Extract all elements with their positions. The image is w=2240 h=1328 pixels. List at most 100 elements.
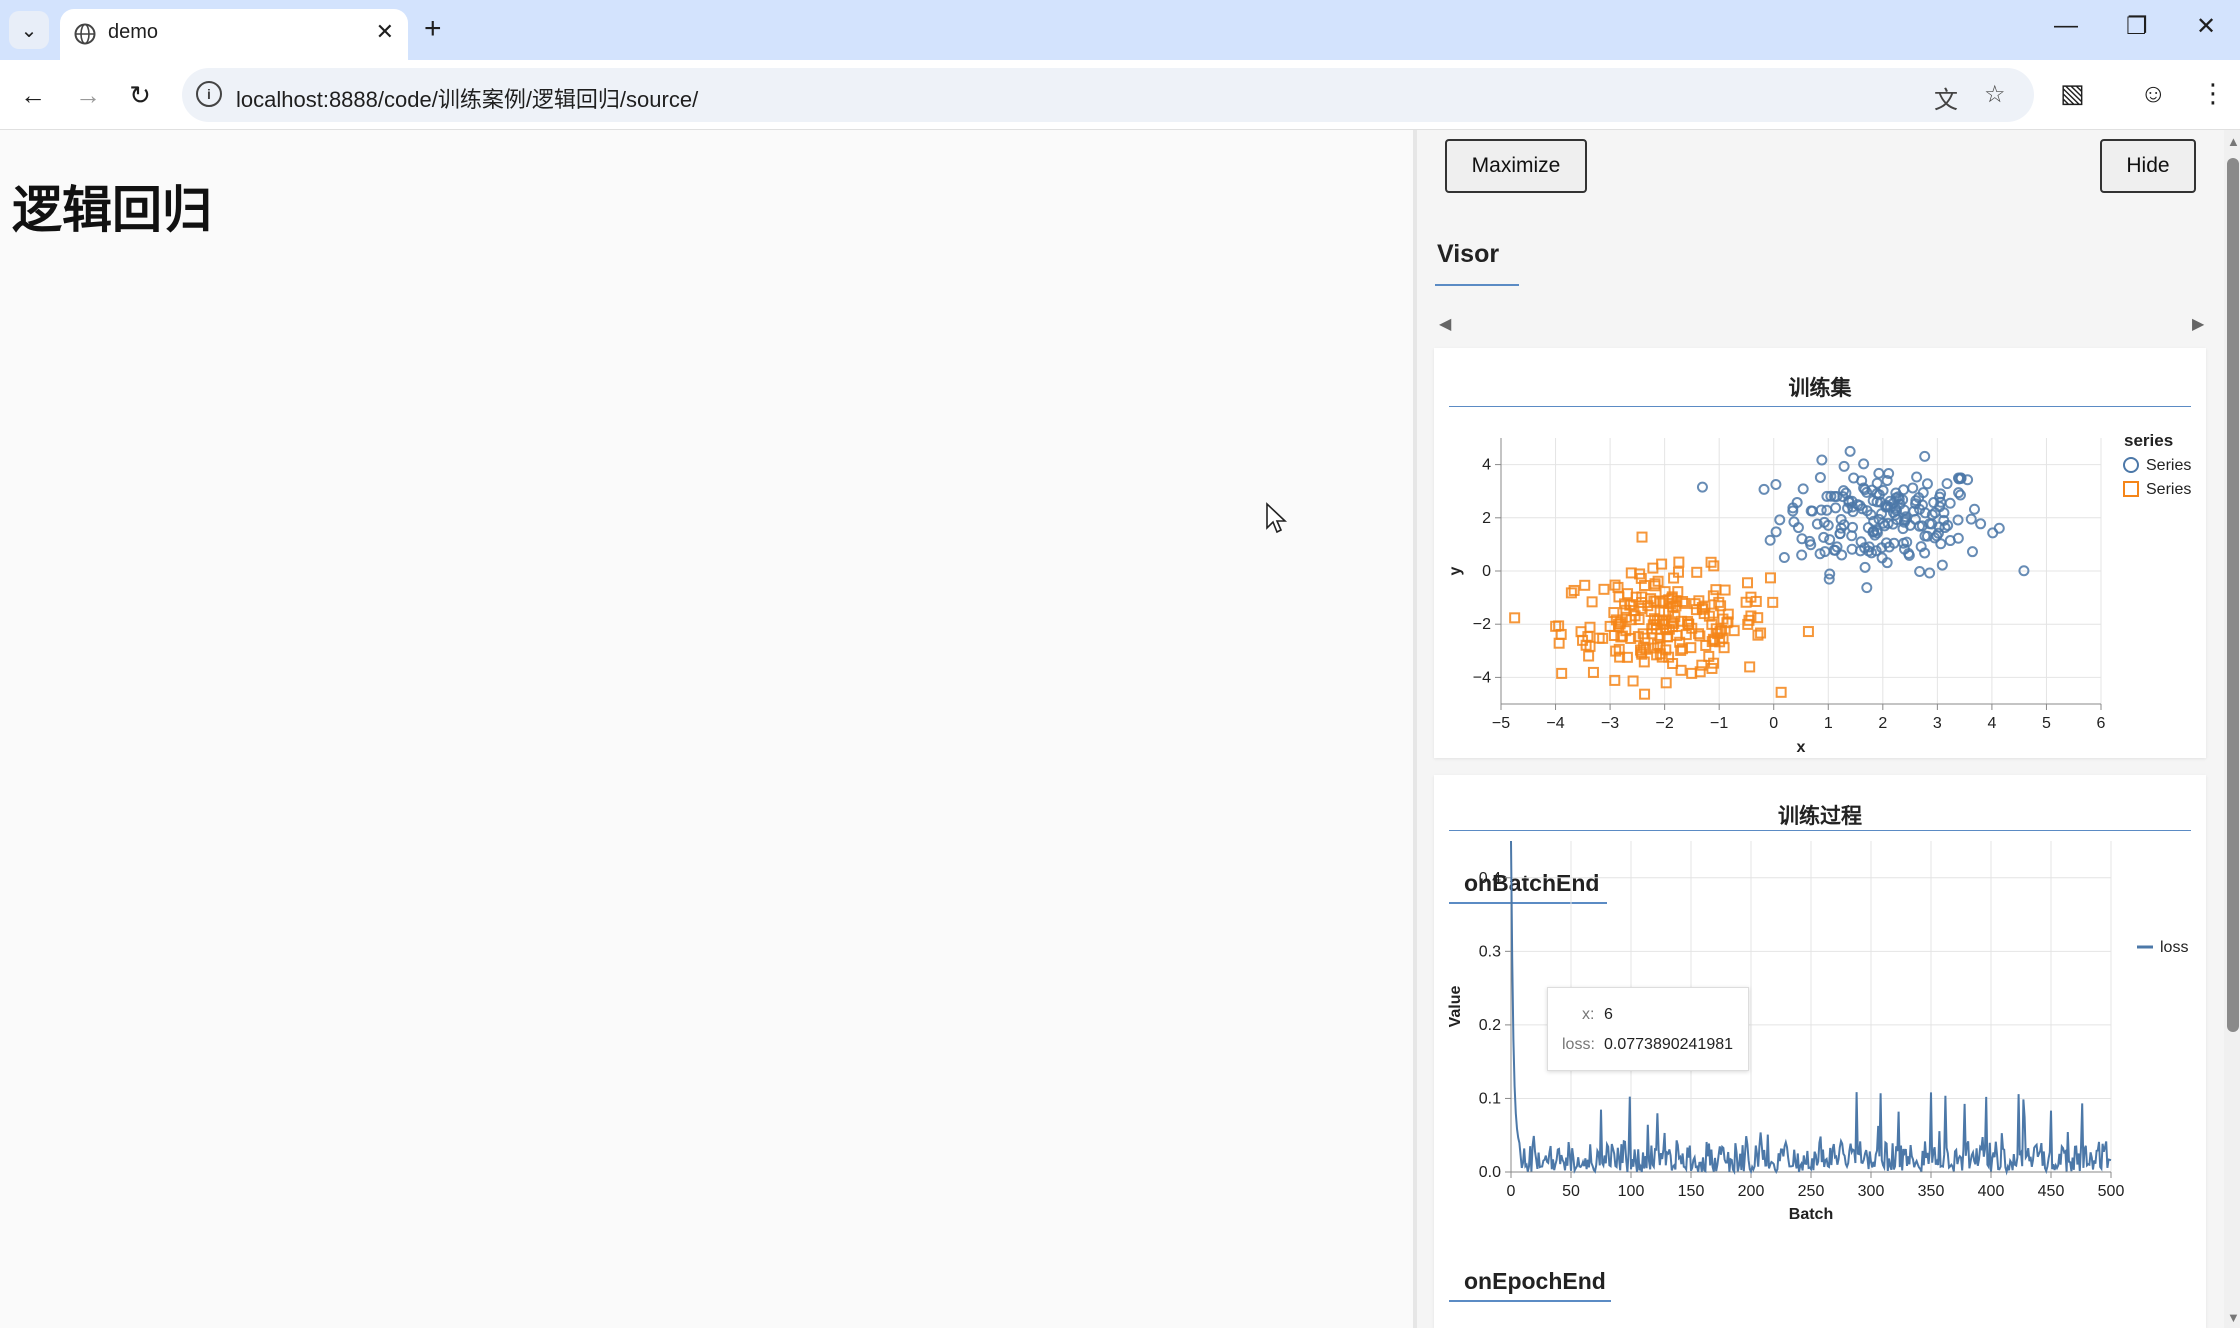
scatter-point (1568, 584, 1580, 596)
tooltip-x-value: 6 (1604, 1006, 1613, 1023)
scatter-point (1579, 579, 1591, 591)
tab-onepochend[interactable]: onEpochEnd (1464, 1268, 1606, 1295)
scatter-point (1636, 591, 1648, 603)
scroll-left-icon[interactable]: ◀ (1439, 314, 1451, 334)
x-tick-label: 50 (1562, 1183, 1580, 1200)
x-tick-label: −2 (1656, 715, 1674, 732)
forward-icon[interactable]: → (70, 77, 106, 113)
reload-icon[interactable]: ↻ (122, 77, 158, 113)
scatter-point (1587, 666, 1599, 678)
scatter-point (1778, 552, 1790, 564)
back-icon[interactable]: ← (15, 77, 51, 113)
x-tick-label: 100 (1618, 1183, 1645, 1200)
scatter-point (1774, 514, 1786, 526)
minimize-icon[interactable]: — (2054, 12, 2078, 40)
menu-icon[interactable]: ⋮ (2200, 78, 2226, 109)
scatter-point (1636, 531, 1648, 543)
chart-tooltip: x: 6 loss: 0.0773890241981 (1547, 987, 1749, 1071)
scatter-point (1848, 472, 1860, 484)
scatter-point (1858, 458, 1870, 470)
x-axis-title: x (1797, 739, 1806, 756)
x-tick-label: −5 (1492, 715, 1510, 732)
browser-tab[interactable]: demo ✕ (60, 9, 408, 60)
scatter-point (1565, 587, 1577, 599)
scatter-point (1966, 546, 1978, 558)
scatter-point (1556, 667, 1568, 679)
x-tick-label: 500 (2098, 1183, 2125, 1200)
site-info-icon[interactable]: i (196, 81, 222, 107)
globe-icon (74, 23, 96, 45)
scatter-point (1586, 596, 1598, 608)
new-tab-button[interactable]: + (424, 12, 442, 46)
profile-icon[interactable]: ☺ (2140, 78, 2167, 109)
training-process-card: 训练过程 onBatchEnd 0 50 100 150 200 250 300 350 400… (1434, 775, 2206, 1328)
x-tick-label: 200 (1738, 1183, 1765, 1200)
x-tick-label: 6 (2097, 715, 2106, 732)
scatter-point (1859, 561, 1871, 573)
tab-title: demo (108, 21, 159, 43)
translate-icon[interactable]: 文 (1934, 80, 1958, 115)
window-close-icon[interactable]: ✕ (2196, 12, 2216, 41)
tab-search-button[interactable]: ⌄ (9, 11, 49, 49)
legend-symbol (2123, 481, 2139, 497)
scatter-point (1802, 626, 1814, 638)
scatter-point (1936, 559, 1948, 571)
scatter-point (1993, 522, 2005, 534)
scatter-point (1691, 566, 1703, 578)
scatter-point (1975, 518, 1987, 530)
extensions-icon[interactable]: ▧ (2060, 78, 2085, 109)
bookmark-star-icon[interactable]: ☆ (1984, 80, 2006, 109)
scatter-point (1744, 661, 1756, 673)
scatter-point (1911, 471, 1923, 483)
y-tick-label: 0.4 (1479, 870, 1501, 887)
scroll-up-icon[interactable]: ▲ (2227, 134, 2240, 149)
x-tick-label: 1 (1824, 715, 1833, 732)
maximize-button[interactable]: Maximize (1445, 139, 1587, 193)
legend-title: series (2124, 431, 2173, 450)
y-tick-label: 0.1 (1479, 1090, 1501, 1107)
address-bar[interactable]: i localhost:8888/code/训练案例/逻辑回归/source/ … (182, 68, 2034, 122)
x-tick-label: 450 (2038, 1183, 2065, 1200)
tab-visor[interactable]: Visor (1437, 240, 1499, 269)
x-axis-title: Batch (1789, 1206, 1833, 1223)
y-tick-label: −2 (1473, 616, 1491, 633)
y-tick-label: 4 (1482, 457, 1491, 474)
x-tick-label: −4 (1546, 715, 1564, 732)
legend-label: Series (2146, 481, 2191, 498)
scatter-point (1719, 584, 1731, 596)
tooltip-x-label: x: (1582, 1006, 1595, 1023)
x-tick-label: 350 (1918, 1183, 1945, 1200)
visor-scrollbar-thumb[interactable] (2227, 158, 2239, 1032)
scatter-point (1830, 502, 1842, 514)
scatter-point (1844, 445, 1856, 457)
browser-tabstrip: ⌄ demo ✕ + — ❐ ✕ (0, 0, 2240, 60)
scatter-point (1944, 497, 1956, 509)
chevron-down-icon: ⌄ (20, 19, 38, 42)
x-tick-label: 0 (1769, 715, 1778, 732)
scatter-point (1953, 487, 1965, 499)
scatter-point (1696, 481, 1708, 493)
scatter-point (1875, 508, 1887, 520)
restore-icon[interactable]: ❐ (2126, 12, 2148, 41)
scatter-point (1797, 483, 1809, 495)
scroll-down-icon[interactable]: ▼ (2227, 1310, 2240, 1325)
x-tick-label: 150 (1678, 1183, 1705, 1200)
x-tick-label: 2 (1878, 715, 1887, 732)
x-tick-label: 400 (1978, 1183, 2005, 1200)
scatter-point (1814, 471, 1826, 483)
hide-button[interactable]: Hide (2100, 139, 2196, 193)
scroll-right-icon[interactable]: ▶ (2192, 314, 2204, 334)
tooltip-loss-value: 0.0773890241981 (1604, 1036, 1734, 1053)
tab-close-icon[interactable]: ✕ (376, 19, 394, 45)
x-tick-label: −3 (1601, 715, 1619, 732)
scatter-point (1758, 483, 1770, 495)
tab-underline (1435, 284, 1519, 286)
scatter-point (1815, 504, 1827, 516)
subtab-underline (1449, 1300, 1611, 1302)
url-text[interactable]: localhost:8888/code/训练案例/逻辑回归/source/ (236, 82, 698, 114)
x-tick-label: −1 (1710, 715, 1728, 732)
scatter-point (1796, 549, 1808, 561)
y-tick-label: 0 (1482, 563, 1491, 580)
scatter-point (1924, 567, 1936, 579)
scatter-point (1767, 596, 1779, 608)
